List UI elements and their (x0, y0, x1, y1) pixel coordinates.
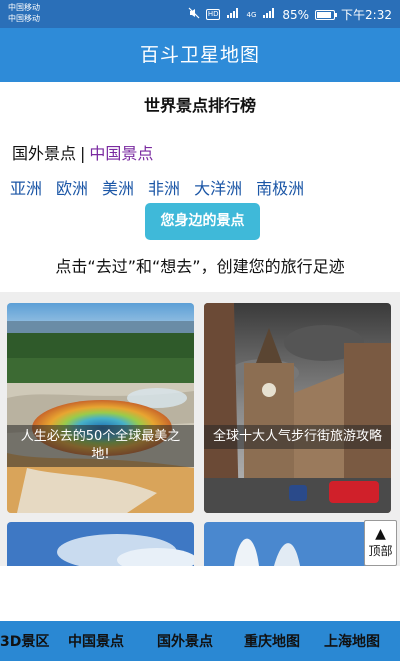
battery-icon (315, 9, 338, 20)
status-icons: HD 4G 85% 下午2:32 (188, 6, 392, 23)
article-caption: 人生必去的50个全球最美之地! (7, 425, 194, 467)
battery-percent: 85% (282, 7, 310, 22)
scope-china-link[interactable]: 中国景点 (89, 144, 153, 163)
article-grid: 人生必去的50个全球最美之地! 全球十大人气步行街旅游攻略 (0, 292, 400, 566)
signal-icon (226, 7, 240, 23)
scope-foreign-link[interactable]: 国外景点 (12, 144, 76, 163)
scope-separator: | (80, 144, 86, 163)
scope-switch: 国外景点 | 中国景点 (12, 140, 153, 164)
carrier-1: 中国移动 (8, 3, 40, 12)
up-arrow-icon: ▲ (375, 526, 386, 542)
carrier-info: 中国移动 中国移动 (8, 2, 40, 24)
app-title: 百斗卫星地图 (139, 44, 260, 66)
network-type-label: 4G (246, 10, 257, 19)
continent-europe[interactable]: 欧洲 (56, 175, 88, 199)
continent-africa[interactable]: 非洲 (148, 175, 180, 199)
article-card[interactable]: 人生必去的50个全球最美之地! (7, 303, 194, 513)
back-to-top-button[interactable]: ▲ 顶部 (364, 520, 397, 566)
hd-icon: HD (205, 9, 221, 20)
article-card-partial[interactable] (7, 522, 194, 566)
tab-china-attractions[interactable]: 中国景点 (50, 631, 142, 651)
app-title-bar: 百斗卫星地图 (0, 28, 400, 82)
status-bar: 中国移动 中国移动 HD 4G 85% 下午2:32 (0, 0, 400, 28)
nearby-attractions-button[interactable]: 您身边的景点 (145, 203, 260, 240)
article-card[interactable]: 全球十大人气步行街旅游攻略 (204, 303, 391, 513)
continent-links: 亚洲 欧洲 美洲 非洲 大洋洲 南极洲 (10, 175, 304, 199)
tab-chongqing-map[interactable]: 重庆地图 (228, 631, 316, 651)
slogan-text: 点击“去过”和“想去”，创建您的旅行足迹 (55, 257, 345, 276)
sky-photo (7, 522, 194, 566)
mute-icon (188, 7, 200, 23)
continent-america[interactable]: 美洲 (102, 175, 134, 199)
tab-shanghai-map[interactable]: 上海地图 (316, 631, 400, 651)
signal-icon-2 (262, 7, 276, 23)
continent-antarctica[interactable]: 南极洲 (256, 175, 304, 199)
article-card-partial[interactable] (204, 522, 391, 566)
hot-spring-photo (7, 303, 194, 513)
tab-3d-scenic[interactable]: 3D景区 (0, 631, 50, 651)
article-caption: 全球十大人气步行街旅游攻略 (204, 425, 391, 449)
bottom-tab-bar: 3D景区 中国景点 国外景点 重庆地图 上海地图 (0, 621, 400, 661)
carrier-2: 中国移动 (8, 14, 40, 23)
sky-photo (204, 522, 391, 566)
battery-fill (317, 11, 331, 18)
ranking-title: 世界景点排行榜 (143, 96, 256, 115)
continent-oceania[interactable]: 大洋洲 (194, 175, 242, 199)
london-street-photo (204, 303, 391, 513)
tab-foreign-attractions[interactable]: 国外景点 (142, 631, 228, 651)
continent-asia[interactable]: 亚洲 (10, 175, 42, 199)
back-to-top-label: 顶部 (368, 544, 393, 558)
clock: 下午2:32 (341, 8, 392, 22)
